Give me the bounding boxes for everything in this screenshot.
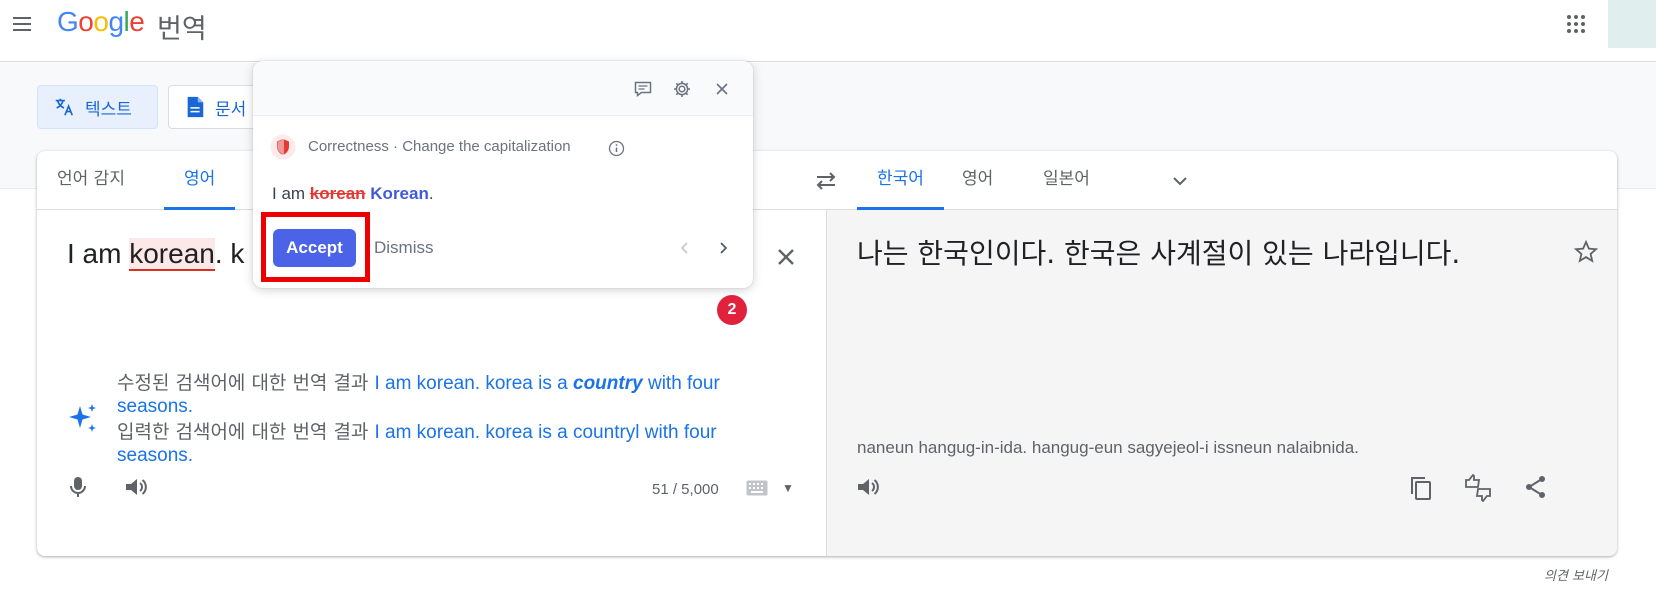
close-icon[interactable] xyxy=(773,244,799,270)
product-name: 번역 xyxy=(157,14,207,45)
translate-icon xyxy=(55,98,74,116)
chevron-left-icon[interactable] xyxy=(676,239,694,257)
tab-detect-language[interactable]: 언어 감지 xyxy=(37,151,145,210)
translation-output: 나는 한국인이다. 한국은 사계절이 있는 나라입니다. xyxy=(857,237,1461,270)
tab-source-english[interactable]: 영어 xyxy=(164,151,236,210)
target-pane: 나는 한국인이다. 한국은 사계절이 있는 나라입니다. naneun hang… xyxy=(827,210,1617,556)
swap-languages-icon[interactable] xyxy=(813,168,839,194)
sparkle-icon xyxy=(69,404,96,432)
speaker-icon[interactable] xyxy=(855,474,881,500)
microphone-icon[interactable] xyxy=(65,474,91,500)
replacement-word: Korean xyxy=(370,184,429,203)
chevron-down-icon[interactable] xyxy=(1168,169,1192,193)
suggestion-original: 입력한 검색어에 대한 번역 결과 I am korean. korea is … xyxy=(117,421,777,467)
character-count: 51 / 5,000 xyxy=(652,481,719,498)
info-icon[interactable] xyxy=(608,140,625,157)
send-feedback-link[interactable]: 의견 보내기 xyxy=(1544,565,1608,584)
accept-button[interactable]: Accept xyxy=(273,229,356,267)
mode-document-label: 문서 xyxy=(215,99,247,120)
source-text-prefix: I am xyxy=(67,238,130,269)
share-icon[interactable] xyxy=(1523,474,1549,500)
star-icon[interactable] xyxy=(1573,239,1599,265)
source-textarea[interactable]: I am korean. k xyxy=(67,238,245,271)
gear-icon[interactable] xyxy=(672,79,692,99)
keyboard-icon[interactable] xyxy=(746,480,768,496)
close-icon[interactable] xyxy=(712,79,732,99)
copy-icon[interactable] xyxy=(1407,474,1435,502)
google-logo[interactable]: Google xyxy=(57,6,145,38)
mode-text-button[interactable]: 텍스트 xyxy=(37,85,158,129)
avatar[interactable] xyxy=(1608,0,1656,48)
rate-translation-icon[interactable] xyxy=(1463,474,1493,502)
mode-text-label: 텍스트 xyxy=(85,99,132,120)
suggestion-count-badge[interactable]: 2 xyxy=(717,295,747,325)
source-text-suffix: . k xyxy=(214,238,245,269)
apps-grid-icon[interactable] xyxy=(1564,12,1588,36)
keyboard-dropdown-icon[interactable]: ▼ xyxy=(782,481,794,495)
chevron-right-icon[interactable] xyxy=(714,239,732,257)
removed-word: korean xyxy=(309,184,366,203)
dismiss-button[interactable]: Dismiss xyxy=(374,238,434,258)
tab-target-english[interactable]: 영어 xyxy=(942,151,1013,210)
document-icon xyxy=(187,96,204,118)
tab-target-korean[interactable]: 한국어 xyxy=(857,151,944,210)
hamburger-menu-icon[interactable] xyxy=(10,12,34,36)
suggestion-corrected-label: 수정된 검색어에 대한 번역 결과 xyxy=(117,372,369,394)
speaker-icon[interactable] xyxy=(123,474,149,500)
romanization-text: naneun hangug-in-ida. hangug-eun sagyeje… xyxy=(857,438,1359,457)
comment-icon[interactable] xyxy=(633,79,653,99)
grammar-suggestion-popup: Correctness · Change the capitalization … xyxy=(253,61,753,288)
suggestion-original-label: 입력한 검색어에 대한 번역 결과 xyxy=(117,421,369,443)
suggestion-corrected: 수정된 검색어에 대한 번역 결과 I am korean. korea is … xyxy=(117,372,777,418)
shield-icon xyxy=(270,134,296,160)
source-text-error[interactable]: korean xyxy=(129,238,215,271)
suggestion-preview: I am korean Korean. xyxy=(272,184,434,203)
app-header: Google 번역 xyxy=(0,0,1656,62)
suggestion-category: Correctness · Change the capitalization xyxy=(308,138,571,155)
tab-target-japanese[interactable]: 일본어 xyxy=(1023,151,1110,210)
